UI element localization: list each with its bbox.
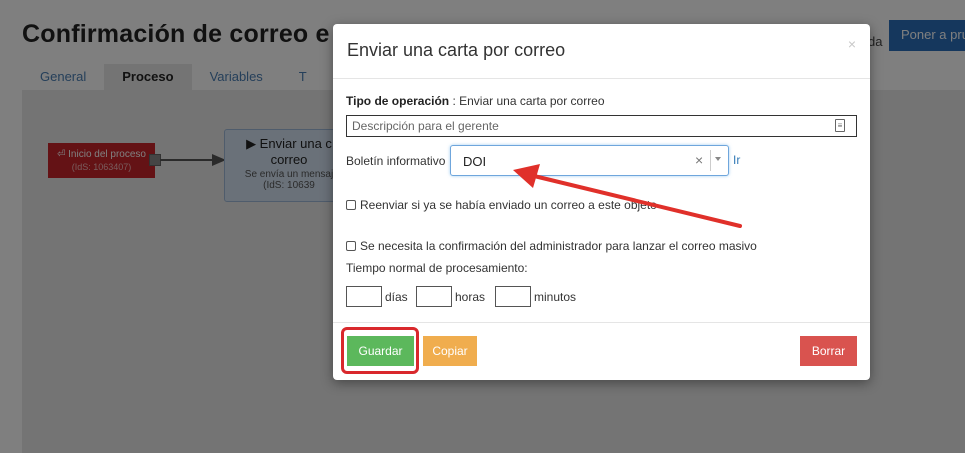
processing-time-label: Tiempo normal de procesamiento:	[346, 261, 528, 275]
operation-type-value: : Enviar una carta por correo	[449, 94, 605, 108]
bulletin-selected-value: DOI	[463, 154, 487, 169]
copy-button[interactable]: Copiar	[423, 336, 477, 366]
operation-type: Tipo de operación : Enviar una carta por…	[346, 94, 605, 108]
field-clipboard-icon[interactable]: ≡	[835, 119, 845, 132]
hours-input[interactable]	[416, 286, 452, 307]
minutes-input[interactable]	[495, 286, 531, 307]
go-link[interactable]: Ir	[733, 153, 740, 167]
resend-checkbox[interactable]	[346, 200, 356, 210]
bulletin-label: Boletín informativo	[346, 154, 446, 168]
hours-label: horas	[455, 290, 486, 304]
resend-label: Reenviar si ya se había enviado un corre…	[360, 198, 657, 212]
save-highlight-box	[341, 327, 419, 374]
modal-title: Enviar una carta por correo	[347, 40, 566, 60]
admin-confirm-option[interactable]: Se necesita la confirmación del administ…	[346, 239, 757, 253]
admin-confirm-checkbox[interactable]	[346, 241, 356, 251]
bulletin-select[interactable]: DOI ×	[450, 145, 729, 176]
operation-type-label: Tipo de operación	[346, 94, 450, 108]
select-separator	[710, 150, 711, 171]
clear-icon[interactable]: ×	[695, 152, 703, 168]
modal-header: Enviar una carta por correo ×	[333, 24, 870, 79]
delete-button[interactable]: Borrar	[800, 336, 857, 366]
resend-option[interactable]: Reenviar si ya se había enviado un corre…	[346, 198, 657, 212]
days-input[interactable]	[346, 286, 382, 307]
close-icon[interactable]: ×	[848, 36, 856, 52]
chevron-down-icon[interactable]	[715, 157, 721, 161]
manager-description-input[interactable]	[346, 115, 857, 137]
days-label: días	[385, 290, 408, 304]
minutes-label: minutos	[534, 290, 577, 304]
admin-confirm-label: Se necesita la confirmación del administ…	[360, 239, 757, 253]
